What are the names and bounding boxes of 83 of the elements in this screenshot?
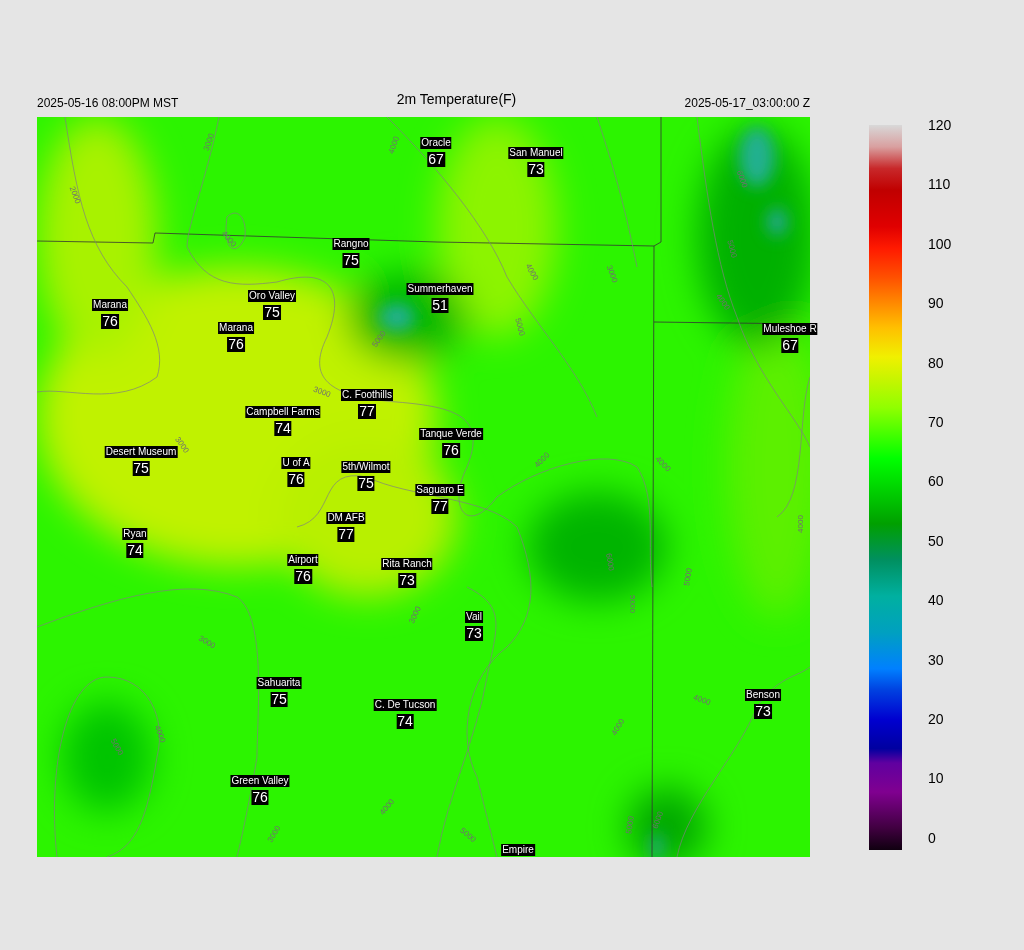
colorbar-tick-label: 110 [928, 177, 952, 192]
temperature-value: 76 [251, 790, 269, 805]
contour-label: 5000 [624, 815, 636, 835]
contour-label: 6000 [734, 169, 750, 189]
contour-label: 5000 [682, 567, 694, 587]
temperature-value: 67 [781, 338, 799, 353]
station-name: Saguaro E [415, 484, 465, 496]
station-name: Campbell Farms [245, 406, 321, 418]
contour-label: 3000 [197, 633, 217, 651]
colorbar-tick-label: 120 [928, 118, 952, 132]
contour-label: 2000 [67, 185, 83, 205]
temperature-value: 74 [274, 421, 292, 436]
station-name: Ryan [122, 528, 148, 540]
temperature-value: 67 [427, 152, 445, 167]
station-name: Muleshoe R [762, 323, 818, 335]
temperature-value: 74 [126, 543, 144, 558]
utc-time-label: 2025-05-17_03:00:00 Z [684, 96, 810, 112]
station-name: DM AFB [326, 512, 366, 524]
station-name: Desert Museum [104, 446, 178, 458]
station-name: Oracle [420, 137, 452, 149]
station-name: Benson [745, 689, 781, 701]
contour-label: 4000 [152, 724, 168, 744]
station-name: Summerhaven [406, 283, 474, 295]
temperature-value: 76 [442, 443, 460, 458]
temperature-value: 73 [398, 573, 416, 588]
station-name: Oro Valley [248, 290, 296, 302]
station-name: U of A [281, 457, 311, 469]
temperature-value: 76 [287, 472, 305, 487]
temperature-value: 75 [342, 253, 360, 268]
temperature-value: 75 [357, 476, 375, 491]
station-name: C. De Tucson [373, 699, 437, 711]
temperature-value: 75 [263, 305, 281, 320]
station-name: Rita Ranch [381, 558, 433, 570]
station-name: 5th/Wilmot [341, 461, 391, 473]
temperature-value: 76 [101, 314, 119, 329]
colorbar-tick-label: 20 [928, 712, 945, 727]
station-name: Vail [465, 611, 483, 623]
station-name: Green Valley [230, 775, 290, 787]
colorbar-tick-label: 10 [928, 771, 945, 786]
colorbar-tick-label: 40 [928, 593, 945, 608]
contour-label: 3000 [604, 264, 620, 284]
temperature-value: 51 [431, 298, 449, 313]
station-name: Tanque Verde [419, 428, 483, 440]
station-name: Marana [92, 299, 128, 311]
contour-label: 3000 [312, 384, 332, 400]
temperature-value: 73 [527, 162, 545, 177]
colorbar-tick-label: 30 [928, 652, 945, 667]
station-name: C. Foothills [341, 389, 393, 401]
contour-label: 4000 [692, 692, 712, 708]
station-name: Rangno [332, 238, 370, 250]
temperature-value: 76 [227, 337, 245, 352]
temperature-value: 75 [132, 461, 150, 476]
contour-label: 5000 [513, 317, 527, 337]
temperature-value: 77 [337, 527, 355, 542]
colorbar-tick-label: 60 [928, 474, 945, 489]
station-name: Sahuarita [256, 677, 302, 689]
local-time-label: 2025-05-16 08:00PM MST [37, 96, 179, 112]
contour-label: 6000 [604, 552, 616, 572]
colorbar-tick-label: 0 [928, 830, 937, 845]
station-name: Airport [287, 554, 319, 566]
contour-label: 6000 [650, 810, 666, 830]
temperature-value: 73 [465, 626, 483, 641]
contour-label: 4000 [386, 135, 402, 155]
station-name: San Manuel [508, 147, 564, 159]
temperature-value: 76 [294, 569, 312, 584]
contour-label: 3000 [407, 605, 423, 625]
contour-label: 5000 [725, 239, 739, 259]
temperature-value: 77 [431, 499, 449, 514]
contour-label: 4000 [795, 515, 805, 533]
temperature-value: 74 [396, 714, 414, 729]
colorbar-tick-label: 70 [928, 415, 945, 430]
temperature-value: 77 [358, 404, 376, 419]
contour-label: 5000 [627, 595, 637, 613]
temperature-value: 75 [270, 692, 288, 707]
colorbar-tick-label: 90 [928, 296, 945, 311]
contour-label: 3000 [201, 132, 217, 152]
station-name: Marana [218, 322, 254, 334]
chart-title: 2m Temperature(F) [396, 91, 517, 109]
colorbar-tick-label: 50 [928, 533, 945, 548]
station-name: Empire [501, 844, 535, 856]
temperature-value: 73 [754, 704, 772, 719]
colorbar-tick-label: 80 [928, 355, 945, 370]
colorbar-tick-label: 100 [928, 236, 952, 251]
